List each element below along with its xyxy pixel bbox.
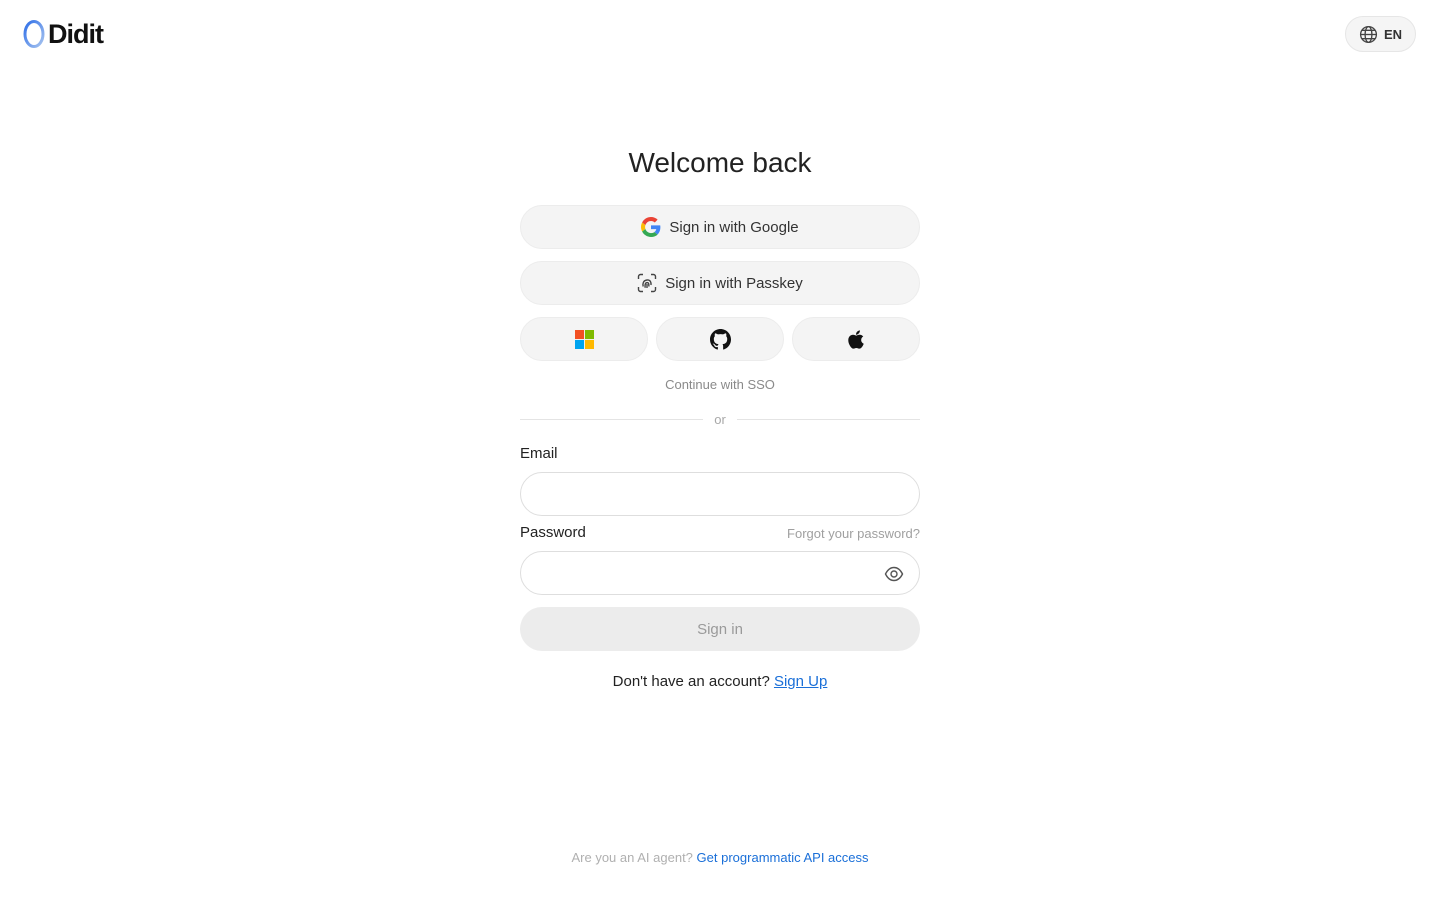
didit-logo-icon <box>23 20 45 48</box>
apple-icon <box>848 329 864 349</box>
toggle-password-visibility-button[interactable] <box>883 563 905 585</box>
or-divider: or <box>520 412 920 427</box>
divider-line-left <box>520 419 703 420</box>
github-icon <box>709 328 731 349</box>
continue-with-sso-link[interactable]: Continue with SSO <box>520 377 920 392</box>
footer: Are you an AI agent? Get programmatic AP… <box>0 850 1440 865</box>
passkey-signin-button[interactable]: Sign in with Passkey <box>520 261 920 305</box>
divider-text: or <box>714 412 726 427</box>
didit-logo[interactable]: Didit <box>22 18 104 50</box>
email-field[interactable] <box>521 473 919 515</box>
api-access-link[interactable]: Get programmatic API access <box>697 850 869 865</box>
signup-prompt: Don't have an account? <box>612 673 770 690</box>
page-title: Welcome back <box>628 147 812 178</box>
passkey-signin-label: Sign in with Passkey <box>665 274 803 292</box>
sign-in-button[interactable]: Sign in <box>520 607 920 651</box>
email-field-wrapper <box>520 472 920 516</box>
forgot-password-link[interactable]: Forgot your password? <box>787 526 920 541</box>
google-signin-label: Sign in with Google <box>669 218 799 236</box>
login-form: Welcome back Sign in with Google Sign in… <box>520 140 920 690</box>
password-label: Password <box>520 524 586 541</box>
language-selector[interactable]: EN <box>1345 16 1416 52</box>
password-field-wrapper <box>520 551 920 595</box>
signup-prompt-row: Don't have an account? Sign Up <box>520 673 920 690</box>
apple-signin-button[interactable] <box>792 317 920 361</box>
password-field[interactable] <box>521 552 919 594</box>
microsoft-icon <box>574 329 594 349</box>
social-signin-row <box>520 317 920 361</box>
google-icon <box>641 217 661 237</box>
globe-icon <box>1359 25 1378 43</box>
microsoft-signin-button[interactable] <box>520 317 648 361</box>
logo-text: Didit <box>48 19 104 49</box>
password-label-row: Password Forgot your password? <box>520 524 920 541</box>
github-signin-button[interactable] <box>656 317 784 361</box>
login-page: Didit EN Welcome back Sign in with Googl… <box>0 0 1440 900</box>
passkey-icon <box>638 273 657 293</box>
email-label: Email <box>520 445 558 462</box>
sign-up-link[interactable]: Sign Up <box>774 673 827 690</box>
divider-line-right <box>737 419 920 420</box>
eye-icon <box>884 566 904 582</box>
language-label: EN <box>1383 26 1403 42</box>
google-signin-button[interactable]: Sign in with Google <box>520 205 920 249</box>
ai-agent-prompt: Are you an AI agent? <box>571 850 693 865</box>
